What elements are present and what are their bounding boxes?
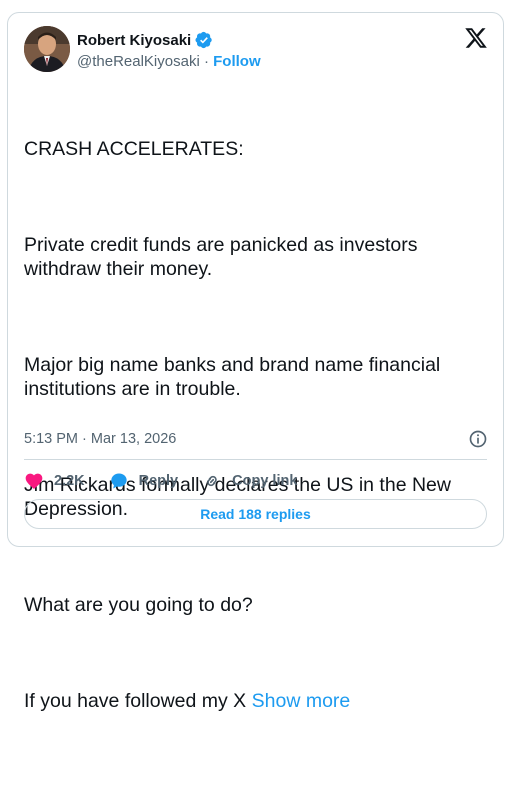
action-bar: 2.2K Reply Copy link <box>24 469 321 493</box>
author-handle[interactable]: @theRealKiyosaki <box>77 53 200 70</box>
x-logo-icon[interactable] <box>464 26 488 50</box>
avatar-portrait <box>24 26 70 72</box>
reply-button[interactable]: Reply <box>109 471 179 491</box>
divider <box>24 459 487 460</box>
tweet-last-line: If you have followed my X Show more <box>24 689 464 713</box>
heart-icon <box>25 473 43 489</box>
info-icon[interactable] <box>468 429 488 449</box>
author-name-row[interactable]: Robert Kiyosaki <box>77 31 213 49</box>
copy-link-button[interactable]: Copy link <box>202 471 297 491</box>
tweet-paragraph: Major big name banks and brand name fina… <box>24 354 446 400</box>
tweet-paragraph: CRASH ACCELERATES: <box>24 138 244 160</box>
avatar[interactable] <box>24 26 70 72</box>
reply-bubble-icon <box>110 473 127 489</box>
follow-button[interactable]: Follow <box>213 53 261 70</box>
tweet-card: Robert Kiyosaki @theRealKiyosaki · Follo… <box>7 12 504 712</box>
handle-separator: · <box>199 53 214 70</box>
tweet-truncated-text: If you have followed my X <box>24 690 252 712</box>
tweet-paragraph: Private credit funds are panicked as inv… <box>24 234 423 280</box>
verified-badge-icon <box>195 31 212 49</box>
like-count: 2.2K <box>54 473 85 489</box>
author-name[interactable]: Robert Kiyosaki <box>77 32 191 49</box>
handle-line: @theRealKiyosaki · Follow <box>77 53 261 70</box>
copy-link-label: Copy link <box>232 473 298 489</box>
read-replies-button[interactable]: Read 188 replies <box>24 499 487 529</box>
tweet-timestamp[interactable]: 5:13 PM · Mar 13, 2026 <box>24 431 176 447</box>
show-more-link[interactable]: Show more <box>252 690 351 712</box>
link-icon <box>207 475 217 487</box>
like-button[interactable]: 2.2K <box>24 471 85 491</box>
reply-label: Reply <box>138 473 179 489</box>
tweet-paragraph: What are you going to do? <box>24 594 253 616</box>
